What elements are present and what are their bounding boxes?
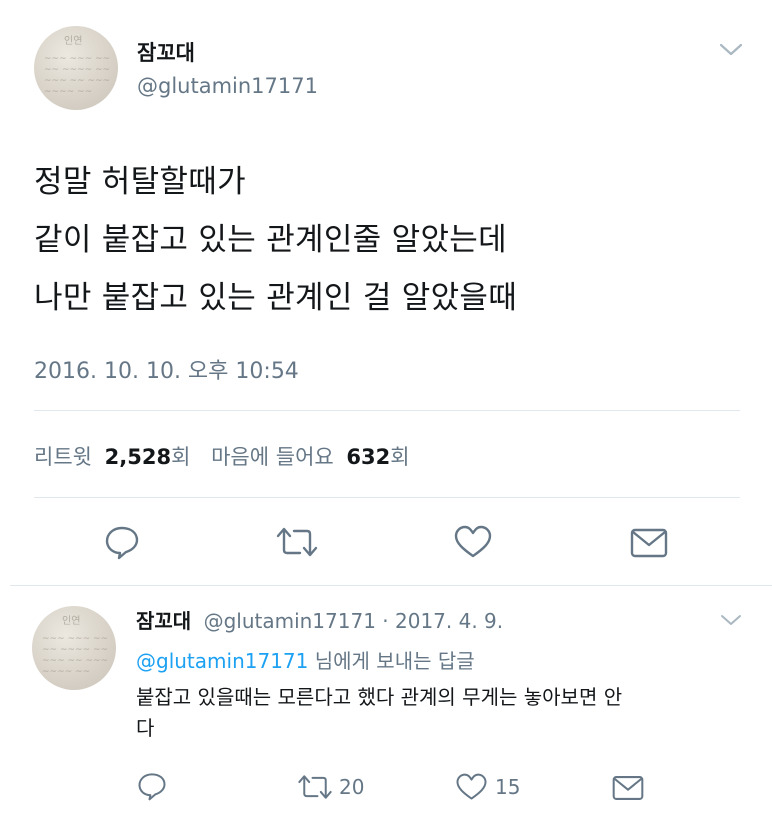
avatar-blur-lines: ~~~ ~~~ ~~ ~~ ~~~~ ~~ ~~~ ~~ ~~~ ~~~~ ~~ (42, 634, 109, 677)
avatar-text: 인연 (64, 36, 83, 47)
retweet-icon[interactable] (296, 772, 334, 806)
avatar-blur-lines: ~~~ ~~~ ~~ ~~ ~~~~ ~~ ~~~ ~~ ~~~ ~~~~ ~~ (44, 54, 111, 97)
retweet-icon[interactable] (274, 524, 320, 564)
like-count-suffix: 회 (390, 445, 410, 469)
reply-like-count[interactable]: 15 (495, 775, 520, 799)
reply-retweet-count[interactable]: 20 (339, 775, 364, 799)
tweet-stats: 리트윗 2,528회 마음에 들어요 632회 (34, 441, 410, 471)
reply-context: @glutamin17171 님에게 보내는 답글 (136, 645, 475, 674)
retweet-label[interactable]: 리트윗 (34, 445, 92, 469)
reply-avatar[interactable]: 인연 ~~~ ~~~ ~~ ~~ ~~~~ ~~ ~~~ ~~ ~~~ ~~~~… (32, 606, 116, 690)
reply-display-name[interactable]: 잠꼬대 (136, 609, 191, 633)
reply-text-line-1: 붙잡고 있을때는 모른다고 했다 관계의 무게는 놓아보면 안 (136, 685, 623, 709)
envelope-icon[interactable] (612, 775, 644, 805)
divider (34, 497, 740, 498)
retweet-count-suffix: 회 (171, 445, 191, 469)
reply-handle-date[interactable]: @glutamin17171 · 2017. 4. 9. (204, 609, 504, 633)
like-count[interactable]: 632 (346, 445, 390, 469)
display-name[interactable]: 잠꼬대 (137, 37, 195, 67)
avatar[interactable]: 인연 ~~~ ~~~ ~~ ~~ ~~~~ ~~ ~~~ ~~ ~~~ ~~~~… (34, 26, 118, 110)
divider (34, 410, 740, 411)
retweet-count[interactable]: 2,528 (105, 445, 171, 469)
tweet-timestamp[interactable]: 2016. 10. 10. 오후 10:54 (34, 353, 299, 385)
tweet-text-line-3: 나만 붙잡고 있는 관계인 걸 알았을때 (34, 280, 518, 316)
user-handle[interactable]: @glutamin17171 (137, 74, 318, 98)
reply-icon[interactable] (137, 771, 167, 805)
reply-to-link[interactable]: @glutamin17171 (136, 649, 308, 673)
chevron-down-icon[interactable] (720, 612, 742, 626)
envelope-icon[interactable] (630, 528, 668, 562)
divider (10, 585, 772, 586)
tweet-text-line-1: 정말 허탈할때가 (34, 164, 246, 200)
reply-to-suffix: 님에게 보내는 답글 (308, 649, 475, 673)
heart-icon[interactable] (455, 772, 488, 806)
reply-header: 잠꼬대 @glutamin17171 · 2017. 4. 9. (136, 605, 503, 634)
reply-text-line-2: 다 (136, 716, 155, 740)
like-label[interactable]: 마음에 들어요 (211, 445, 334, 469)
avatar-text: 인연 (62, 616, 81, 627)
chevron-down-icon[interactable] (718, 40, 744, 58)
tweet-text-line-2: 같이 붙잡고 있는 관계인줄 알았는데 (34, 222, 507, 258)
reply-icon[interactable] (104, 524, 140, 564)
heart-icon[interactable] (453, 524, 493, 564)
